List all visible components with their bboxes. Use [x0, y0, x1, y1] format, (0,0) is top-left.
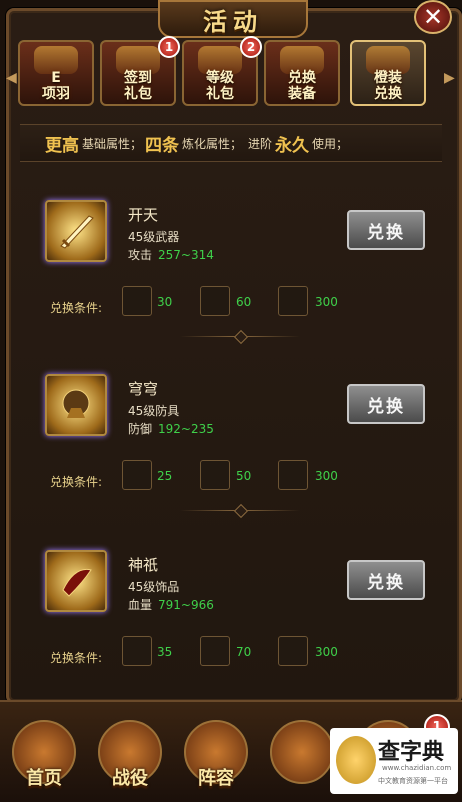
nav-campaign[interactable]: 战役	[88, 714, 172, 798]
tab-label: E 项羽	[42, 70, 70, 102]
nav-label: 阵容	[198, 768, 234, 789]
exchange-item: 神祇 45级饰品 血量 791~966 兑换 兑换条件: 35 70 300	[40, 540, 440, 700]
item-name: 开天	[128, 206, 159, 224]
exchange-button[interactable]: 兑换	[347, 384, 425, 424]
tab-bar: E 项羽 签到 礼包 1 等级 礼包 2 兑换 装备 橙装 兑换	[8, 36, 454, 112]
item-divider	[180, 510, 300, 511]
exchange-item: 穹穹 45级防具 防御 192~235 兑换 兑换条件: 25 50 300	[40, 364, 440, 524]
nav-label: 首页	[26, 768, 62, 789]
bracer-icon	[45, 550, 107, 612]
watermark-url: www.chazidian.com	[382, 764, 452, 772]
scroll-left-icon[interactable]: ◀	[6, 70, 17, 86]
tab-xiangyu[interactable]: E 项羽	[18, 40, 94, 106]
nav-label: 战役	[112, 768, 148, 789]
item-divider	[180, 336, 300, 337]
promo-banner: 更高 基础属性； 四条 炼化属性； 进阶 永久 使用；	[20, 124, 442, 162]
cost-value: 60	[236, 295, 252, 309]
exchange-button[interactable]: 兑换	[347, 210, 425, 250]
watermark: 查字典 www.chazidian.com 中文教育资源第一平台	[330, 728, 458, 794]
stat-label: 防御	[128, 422, 153, 436]
item-stat: 血量 791~966	[128, 596, 214, 613]
tab-exchange-equip[interactable]: 兑换 装备	[264, 40, 340, 106]
item-type: 45级饰品	[128, 580, 180, 594]
nav-lineup[interactable]: 阵容	[174, 714, 258, 798]
promo-text: 炼化属性；	[182, 136, 243, 151]
material-ore-icon	[200, 636, 230, 666]
notification-badge: 2	[240, 36, 262, 58]
promo-text: 使用；	[312, 136, 349, 151]
sword-icon	[45, 200, 107, 262]
watermark-tagline: 中文教育资源第一平台	[378, 777, 448, 785]
cost-value: 300	[315, 645, 338, 659]
gold-ingot-icon	[278, 286, 308, 316]
cost-value: 300	[315, 295, 338, 309]
cost-value: 30	[157, 295, 173, 309]
tab-label: 等级 礼包	[206, 70, 234, 102]
exchange-button[interactable]: 兑换	[347, 560, 425, 600]
item-stat: 防御 192~235	[128, 420, 214, 437]
promo-highlight: 更高	[45, 135, 79, 156]
exchange-item: 开天 45级武器 攻击 257~314 兑换 兑换条件: 30 60 300	[40, 190, 440, 350]
item-type: 45级武器	[128, 230, 180, 244]
item-stat: 攻击 257~314	[128, 246, 214, 263]
promo-text: 基础属性；	[82, 136, 143, 151]
mascot-logo-icon	[336, 736, 376, 784]
scroll-right-icon[interactable]: ▶	[444, 70, 455, 86]
cost-value: 300	[315, 469, 338, 483]
cost-value: 25	[157, 469, 173, 483]
item-type: 45级防具	[128, 404, 180, 418]
notification-badge: 1	[158, 36, 180, 58]
close-icon: ✕	[422, 3, 444, 31]
exchange-condition-label: 兑换条件:	[50, 301, 103, 315]
tab-orange-exchange[interactable]: 橙装 兑换	[350, 40, 426, 106]
exchange-condition-label: 兑换条件:	[50, 651, 103, 665]
material-scroll-icon	[122, 636, 152, 666]
tab-level-gift[interactable]: 等级 礼包 2	[182, 36, 262, 106]
promo-highlight: 永久	[275, 135, 310, 156]
item-name: 穹穹	[128, 380, 159, 398]
promo-highlight: 四条	[145, 135, 180, 156]
tab-label: 兑换 装备	[288, 70, 316, 102]
tab-label: 橙装 兑换	[374, 70, 402, 102]
nav-home[interactable]: 首页	[2, 714, 86, 798]
stat-label: 攻击	[128, 248, 153, 262]
panel-title: 活动	[158, 0, 308, 38]
tab-signin-gift[interactable]: 签到 礼包 1	[100, 36, 180, 106]
cost-value: 35	[157, 645, 173, 659]
cost-value: 70	[236, 645, 252, 659]
gold-ingot-icon	[278, 636, 308, 666]
tab-label: 签到 礼包	[124, 70, 152, 102]
armor-icon	[45, 374, 107, 436]
material-scroll-icon	[122, 286, 152, 316]
material-ore-icon	[200, 286, 230, 316]
material-scroll-icon	[122, 460, 152, 490]
stat-value: 192~235	[158, 422, 214, 436]
close-button[interactable]: ✕	[414, 0, 452, 34]
fire-icon	[270, 720, 334, 784]
exchange-condition-label: 兑换条件:	[50, 475, 103, 489]
stat-value: 257~314	[158, 248, 214, 262]
stat-label: 血量	[128, 598, 153, 612]
watermark-title: 查字典	[378, 740, 445, 765]
material-ore-icon	[200, 460, 230, 490]
item-name: 神祇	[128, 556, 159, 574]
gold-ingot-icon	[278, 460, 308, 490]
cost-value: 50	[236, 469, 252, 483]
promo-text: 进阶	[248, 136, 273, 151]
stat-value: 791~966	[158, 598, 214, 612]
